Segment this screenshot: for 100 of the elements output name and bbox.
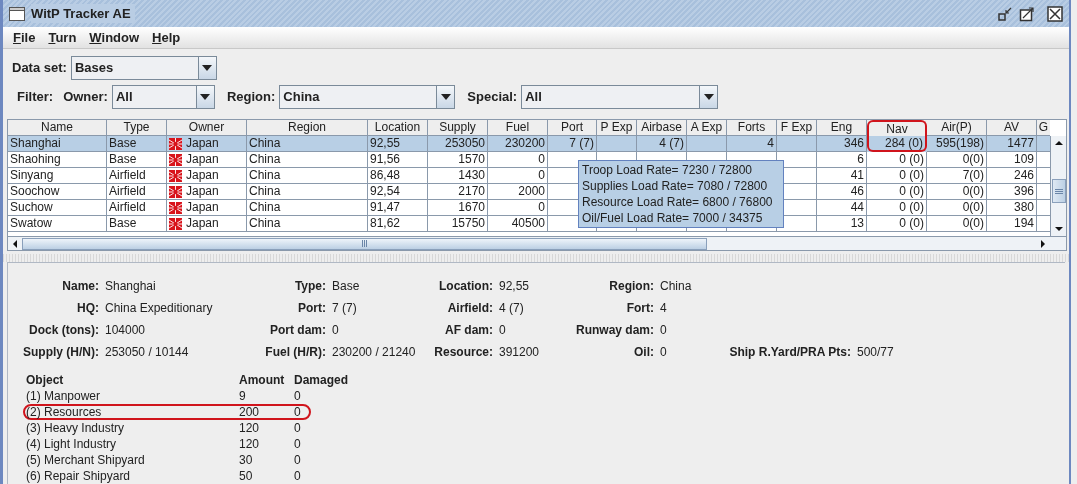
detail-label: Supply (H/N): [22, 344, 99, 361]
minimize-icon[interactable] [997, 5, 1013, 22]
table-cell: 0 [538, 168, 545, 184]
field-label: Data set: [12, 58, 67, 77]
object-amount: 50 [239, 468, 254, 484]
table-cell: 253050 [444, 136, 485, 152]
table-cell: 380 [1013, 200, 1034, 216]
detail-label: Oil: [633, 344, 654, 361]
column-header: Damaged [294, 372, 349, 389]
table-cell: Base [109, 152, 137, 168]
table-cell: Airfield [109, 200, 146, 216]
table-row[interactable]: Shanghai Base Japan China 92,55 253050 230200 7 (7) 4 (7) 4 346 284 (0) 595(198) 1477 [8, 136, 1050, 153]
detail-value: Shanghai [104, 278, 157, 295]
menu-item[interactable]: Turn [48, 27, 77, 48]
table-cell: 1570 [458, 152, 485, 168]
horizontal-scrollbar[interactable] [8, 236, 1066, 251]
table-cell: 6 [857, 152, 864, 168]
detail-label: Dock (tons): [28, 322, 99, 339]
object-name: (3) Heavy Industry [26, 420, 126, 437]
menu-item[interactable]: Help [152, 27, 181, 48]
object-name: (4) Light Industry [26, 436, 118, 453]
table-cell: China [249, 136, 281, 152]
table-cell: Japan [186, 152, 219, 168]
object-name: (6) Repair Shipyard [26, 468, 132, 484]
table-cell: Japan [186, 200, 219, 216]
window-title: WitP Tracker AE [31, 3, 135, 24]
detail-value: 4 [659, 300, 668, 317]
detail-value: 230200 / 21240 [331, 344, 417, 361]
detail-value: 104000 [104, 322, 147, 339]
owner-dropdown[interactable]: All [111, 84, 215, 109]
field-label: Filter: [17, 87, 54, 106]
table-cell: Airfield [109, 168, 146, 184]
table-cell: 0 (0) [899, 152, 924, 168]
close-icon[interactable] [1047, 5, 1063, 22]
table-cell: 15750 [451, 216, 485, 232]
table-cell: 81,62 [370, 216, 401, 232]
table-cell: 91,47 [370, 200, 401, 216]
table-cell: 0 (0) [899, 168, 924, 184]
table-cell: 0 [538, 200, 545, 216]
detail-label: AF dam: [444, 322, 493, 339]
object-amount: 30 [239, 452, 254, 469]
special-dropdown[interactable]: All [521, 84, 719, 109]
region-dropdown[interactable]: China [279, 84, 456, 109]
menu-item[interactable]: File [13, 27, 36, 48]
field-label: Special: [467, 87, 518, 106]
table-cell: 246 [1013, 168, 1034, 184]
table-cell: Swatow [10, 216, 53, 232]
table-cell: 595(198) [935, 136, 984, 152]
object-name: (2) Resources [26, 404, 103, 421]
field-label: Owner: [63, 87, 108, 106]
detail-label: Location: [438, 278, 493, 295]
caret-icon [202, 64, 213, 71]
table-cell: 1477 [1007, 136, 1034, 152]
detail-value: 0 [331, 322, 340, 339]
dataset-dropdown[interactable]: Bases [70, 55, 217, 80]
table-cell: China [249, 168, 281, 184]
scroll-thumb[interactable] [1051, 179, 1066, 204]
object-name: (5) Merchant Shipyard [26, 452, 146, 469]
table-cell: 13 [850, 216, 864, 232]
flag-icon [169, 185, 182, 198]
table-cell: Shaohing [10, 152, 61, 168]
detail-label: HQ: [76, 300, 99, 317]
detail-value: 92,55 [498, 278, 531, 295]
table-cell: China [249, 200, 281, 216]
table-cell: 230200 [504, 136, 545, 152]
vertical-scrollbar[interactable] [1050, 136, 1066, 237]
caret-icon [200, 93, 211, 100]
object-name: (1) Manpower [26, 388, 102, 405]
scroll-thumb[interactable] [22, 237, 707, 250]
detail-label: Type: [293, 278, 326, 295]
table-cell: 2000 [518, 184, 545, 200]
table-cell: Japan [186, 136, 219, 152]
table-cell: China [249, 216, 281, 232]
object-damaged: 0 [294, 404, 301, 421]
detail-label: Runway dam: [575, 322, 654, 339]
table-cell: 0(0) [962, 200, 984, 216]
table-cell: 7(0) [962, 168, 984, 184]
detail-value: China [659, 278, 693, 295]
table-cell: 0 (0) [899, 184, 924, 200]
detail-label: Airfield: [446, 300, 493, 317]
detail-label: Resource: [433, 344, 493, 361]
table-cell: Japan [186, 216, 219, 232]
table-cell: 41 [850, 168, 864, 184]
flag-icon [169, 137, 182, 150]
detail-label: Name: [61, 278, 99, 295]
table-cell: Shanghai [10, 136, 61, 152]
detail-label: Fuel (H/R): [264, 344, 326, 361]
caret-icon [703, 93, 714, 100]
menu-item[interactable]: Window [89, 27, 140, 48]
table-cell: 4 [767, 136, 774, 152]
maximize-icon[interactable] [1019, 5, 1035, 22]
detail-label: Fort: [625, 300, 654, 317]
detail-value: China Expeditionary [104, 300, 214, 317]
table-cell: China [249, 184, 281, 200]
table-cell: 86,48 [370, 168, 401, 184]
detail-value: 500/77 [856, 344, 895, 361]
table-cell: 4 (7) [659, 136, 684, 152]
table-cell: 0(0) [962, 152, 984, 168]
table-cell: 0 (0) [899, 200, 924, 216]
detail-value: 4 (7) [498, 300, 525, 317]
